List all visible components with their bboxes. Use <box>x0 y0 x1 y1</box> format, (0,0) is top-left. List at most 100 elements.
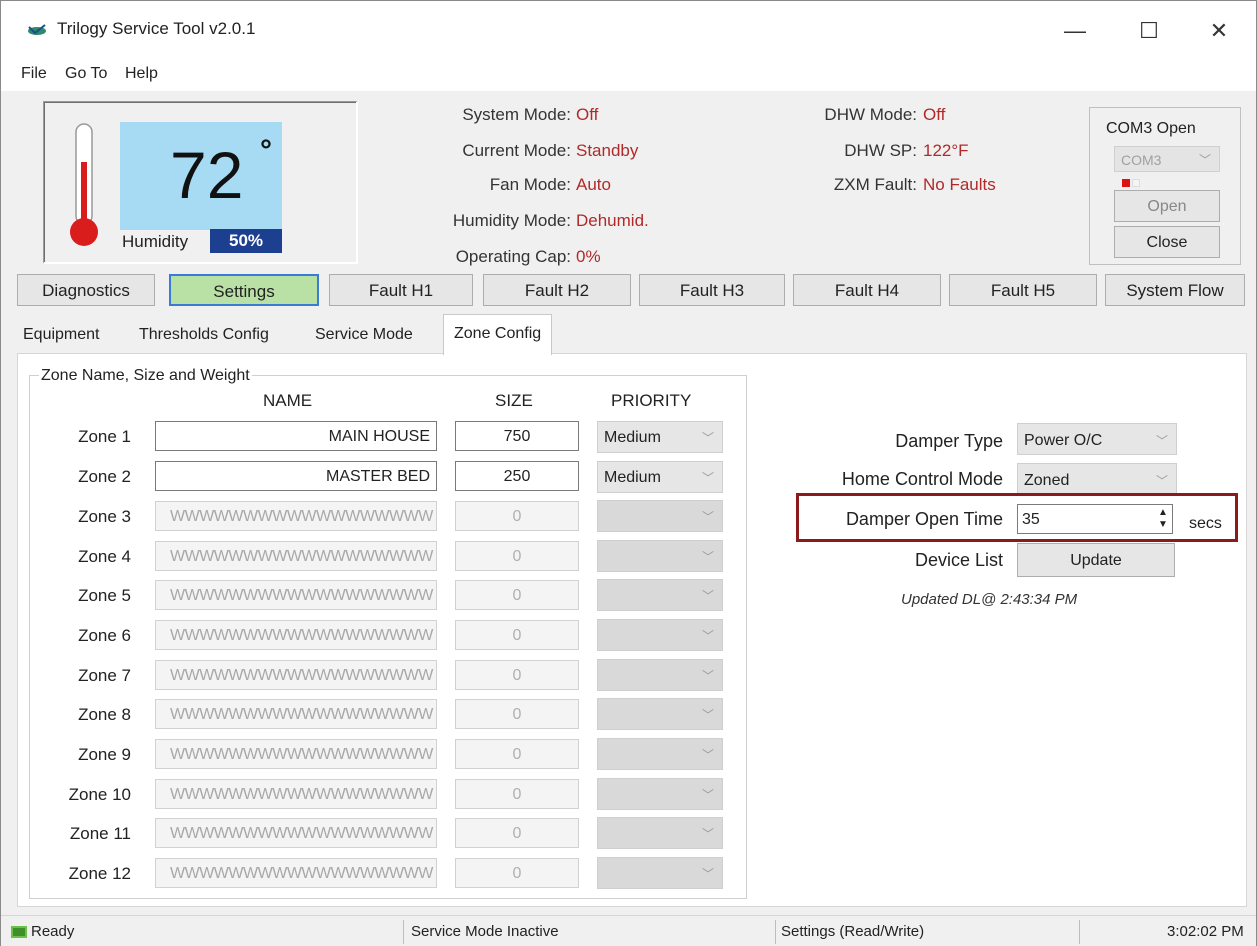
zone-size-input[interactable]: 0 <box>455 620 579 650</box>
zone-priority-select[interactable]: ﹀ <box>597 579 723 611</box>
menu-file[interactable]: File <box>21 65 47 83</box>
dhw-sp-label: DHW SP: <box>844 141 917 160</box>
zone-label: Zone 7 <box>78 666 131 685</box>
tab-settings[interactable]: Settings <box>169 274 319 306</box>
zone-name-input[interactable]: WWWWWWWWWWWWWWWWWW <box>155 858 437 888</box>
damper-open-time-spinner[interactable]: 35 ▲ ▼ <box>1017 504 1173 534</box>
zone-label: Zone 6 <box>78 626 131 645</box>
fan-mode-value: Auto <box>576 175 611 194</box>
thermometer-icon <box>70 123 98 246</box>
chevron-down-icon: ﹀ <box>701 471 714 485</box>
zone-size-input[interactable]: 0 <box>455 858 579 888</box>
damper-open-time-value: 35 <box>1022 511 1040 528</box>
chevron-down-icon: ﹀ <box>701 827 714 841</box>
com-port-value: COM3 <box>1121 152 1162 168</box>
zone-label: Zone 11 <box>69 824 131 843</box>
tab-fault-h5[interactable]: Fault H5 <box>949 274 1097 306</box>
menu-goto[interactable]: Go To <box>65 65 107 83</box>
zone-priority-select[interactable]: ﹀ <box>597 857 723 889</box>
menu-bar: File Go To Help <box>1 59 1256 91</box>
zone-size-input[interactable]: 0 <box>455 818 579 848</box>
zone-size-input[interactable]: 250 <box>455 461 579 491</box>
chevron-down-icon: ﹀ <box>701 629 714 643</box>
zone-size-input[interactable]: 0 <box>455 580 579 610</box>
ready-status: Ready <box>31 923 75 940</box>
damper-type-select[interactable]: Power O/C ﹀ <box>1017 423 1177 455</box>
system-mode-value: Off <box>576 105 599 124</box>
zone-label: Zone 4 <box>78 547 131 566</box>
zone-name-input[interactable]: WWWWWWWWWWWWWWWWWW <box>155 699 437 729</box>
humidity-label: Humidity <box>122 232 189 251</box>
clock-status: 3:02:02 PM <box>1167 923 1244 940</box>
zone-label: Zone 2 <box>78 467 131 486</box>
zone-name-input[interactable]: WWWWWWWWWWWWWWWWWW <box>155 660 437 690</box>
zone-name-input[interactable]: WWWWWWWWWWWWWWWWWW <box>155 620 437 650</box>
chevron-down-icon: ﹀ <box>701 867 714 881</box>
zone-size-input[interactable]: 750 <box>455 421 579 451</box>
chevron-down-icon: ﹀ <box>701 510 714 524</box>
zone-priority-select[interactable]: Medium ﹀ <box>597 461 723 493</box>
subtab-thresholds-config[interactable]: Thresholds Config <box>139 318 269 352</box>
temperature-display: 72 ° <box>120 122 282 230</box>
zxm-fault-value: No Faults <box>923 175 996 194</box>
zone-size-input[interactable]: 0 <box>455 779 579 809</box>
settings-access-status: Settings (Read/Write) <box>781 923 925 940</box>
zone-group-title: Zone Name, Size and Weight <box>39 367 252 385</box>
zone-name-input[interactable]: WWWWWWWWWWWWWWWWWW <box>155 818 437 848</box>
update-device-list-button[interactable]: Update <box>1017 543 1175 577</box>
zone-priority-select[interactable]: ﹀ <box>597 698 723 730</box>
zone-name-input[interactable]: WWWWWWWWWWWWWWWWWW <box>155 779 437 809</box>
device-list-updated-note: Updated DL@ 2:43:34 PM <box>901 591 1078 608</box>
close-icon[interactable]: ✕ <box>1195 11 1243 51</box>
size-column-header: SIZE <box>495 391 533 410</box>
subtab-service-mode[interactable]: Service Mode <box>315 318 413 352</box>
zone-size-input[interactable]: 0 <box>455 739 579 769</box>
zone-priority-select[interactable]: ﹀ <box>597 659 723 691</box>
zone-priority-select[interactable]: ﹀ <box>597 540 723 572</box>
subtab-equipment[interactable]: Equipment <box>23 318 100 352</box>
close-button[interactable]: Close <box>1114 226 1220 258</box>
com-port-select[interactable]: COM3 ﹀ <box>1114 146 1220 172</box>
zone-name-input[interactable]: WWWWWWWWWWWWWWWWWW <box>155 541 437 571</box>
chevron-down-icon: ﹀ <box>701 748 714 762</box>
zone-priority-select[interactable]: ﹀ <box>597 817 723 849</box>
operating-cap-label: Operating Cap: <box>455 247 571 266</box>
priority-column-header: PRIORITY <box>611 391 692 410</box>
zone-size-input[interactable]: 0 <box>455 501 579 531</box>
dhw-mode-value: Off <box>923 105 946 124</box>
tab-fault-h2[interactable]: Fault H2 <box>483 274 631 306</box>
tab-fault-h4[interactable]: Fault H4 <box>793 274 941 306</box>
chevron-down-icon: ﹀ <box>701 669 714 683</box>
tab-fault-h3[interactable]: Fault H3 <box>639 274 785 306</box>
zone-name-input[interactable]: MAIN HOUSE <box>155 421 437 451</box>
maximize-icon[interactable]: ☐ <box>1125 11 1173 51</box>
zone-label: Zone 8 <box>78 705 131 724</box>
zone-size-input[interactable]: 0 <box>455 660 579 690</box>
zone-priority-select[interactable]: Medium ﹀ <box>597 421 723 453</box>
zone-name-input[interactable]: WWWWWWWWWWWWWWWWWW <box>155 739 437 769</box>
status-bar: Ready Service Mode Inactive Settings (Re… <box>1 915 1256 946</box>
spinner-arrows-icon[interactable]: ▲ ▼ <box>1156 507 1170 531</box>
minimize-icon[interactable]: — <box>1051 11 1099 51</box>
zone-name-input[interactable]: WWWWWWWWWWWWWWWWWW <box>155 580 437 610</box>
menu-help[interactable]: Help <box>125 65 158 83</box>
tab-fault-h1[interactable]: Fault H1 <box>329 274 473 306</box>
zone-priority-select[interactable]: ﹀ <box>597 738 723 770</box>
home-control-mode-value: Zoned <box>1024 472 1070 489</box>
zone-name-input[interactable]: MASTER BED <box>155 461 437 491</box>
current-mode-label: Current Mode: <box>462 141 571 160</box>
zone-priority-select[interactable]: ﹀ <box>597 500 723 532</box>
tab-diagnostics[interactable]: Diagnostics <box>17 274 155 306</box>
zone-priority-select[interactable]: ﹀ <box>597 778 723 810</box>
chevron-down-icon: ﹀ <box>701 550 714 564</box>
chevron-down-icon: ﹀ <box>1155 434 1168 448</box>
zone-priority-select[interactable]: ﹀ <box>597 619 723 651</box>
tab-system-flow[interactable]: System Flow <box>1105 274 1245 306</box>
subtab-zone-config[interactable]: Zone Config <box>443 314 553 355</box>
chevron-down-icon: ﹀ <box>701 708 714 722</box>
zone-size-input[interactable]: 0 <box>455 699 579 729</box>
zone-size-input[interactable]: 0 <box>455 541 579 571</box>
home-control-mode-select[interactable]: Zoned ﹀ <box>1017 463 1177 495</box>
zone-name-input[interactable]: WWWWWWWWWWWWWWWWWW <box>155 501 437 531</box>
open-button[interactable]: Open <box>1114 190 1220 222</box>
